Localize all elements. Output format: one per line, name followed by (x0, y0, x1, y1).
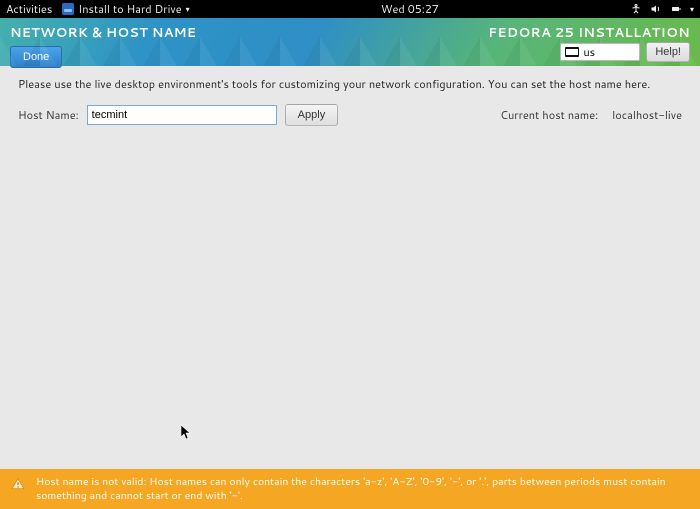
current-hostname-label: Current host name: (500, 107, 598, 123)
current-hostname: Current host name: localhost-live (500, 107, 682, 123)
clock[interactable]: Wed 05:27 (190, 1, 630, 17)
info-text: Please use the live desktop environment'… (18, 76, 682, 92)
volume-icon[interactable] (650, 3, 662, 15)
accessibility-icon[interactable] (630, 3, 642, 15)
installer-app-icon (62, 3, 74, 15)
keyboard-icon (565, 47, 579, 57)
system-menu-chevron-icon[interactable]: ▾ (690, 3, 694, 15)
app-menu-label: Install to Hard Drive (78, 1, 181, 17)
mouse-cursor (181, 425, 193, 441)
hostname-input[interactable] (87, 105, 277, 125)
installer-header: NETWORK & HOST NAME FEDORA 25 INSTALLATI… (0, 18, 700, 66)
keyboard-layout-selector[interactable]: us (560, 43, 640, 61)
installer-brand: FEDORA 25 INSTALLATION (488, 24, 690, 42)
warning-bar: Host name is not valid: Host names can o… (0, 469, 700, 509)
keyboard-layout-label: us (583, 44, 595, 60)
desktop-topbar: Activities Install to Hard Drive ▾ Wed 0… (0, 0, 700, 18)
hostname-row: Host Name: Apply Current host name: loca… (18, 104, 682, 126)
app-menu[interactable]: Install to Hard Drive ▾ (62, 1, 189, 17)
current-hostname-value: localhost-live (612, 107, 682, 123)
help-button[interactable]: Help! (646, 42, 690, 62)
hostname-label: Host Name: (18, 107, 79, 123)
warning-icon (10, 477, 26, 491)
battery-icon[interactable] (670, 3, 682, 15)
done-button[interactable]: Done (10, 46, 62, 68)
main-content: Please use the live desktop environment'… (0, 66, 700, 136)
apply-button[interactable]: Apply (285, 104, 339, 126)
activities-button[interactable]: Activities (6, 1, 52, 17)
warning-text: Host name is not valid: Host names can o… (36, 475, 690, 503)
